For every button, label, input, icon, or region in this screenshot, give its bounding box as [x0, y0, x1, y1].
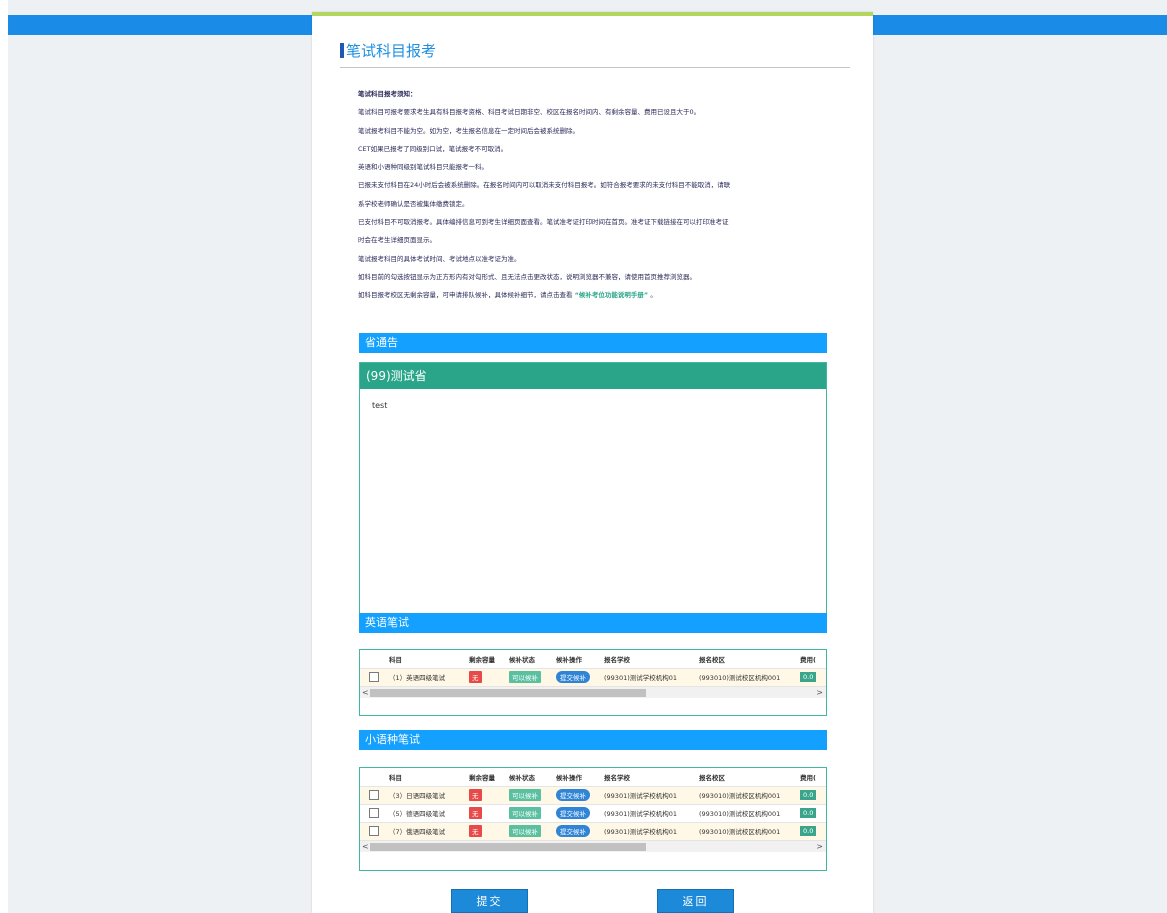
col-fee: 费用( — [800, 655, 816, 664]
province-notice-box: (99)测试省 test — [359, 362, 827, 618]
cell-campus: (993010)测试校区机构001 — [699, 810, 781, 818]
fee-badge: 0.0 — [800, 672, 817, 683]
cell-subject: （5）德语四级笔试 — [389, 810, 446, 818]
col-wait-action: 候补操作 — [556, 655, 582, 664]
cell-school: (99301)测试学校机构01 — [604, 828, 678, 837]
province-notice-body: test — [372, 401, 388, 410]
col-subject: 科目 — [389, 655, 402, 664]
capacity-badge: 无 — [469, 789, 482, 801]
cell-subject: （7）俄语四级笔试 — [389, 828, 446, 837]
col-wait-status: 候补状态 — [509, 773, 535, 782]
manual-link[interactable]: “候补考位功能说明手册” — [575, 291, 649, 299]
col-wait-action: 候补操作 — [556, 773, 582, 782]
english-section-bar: 英语笔试 — [359, 613, 827, 633]
col-wait-status: 候补状态 — [509, 655, 535, 664]
notice-heading: 笔试科目报考须知： — [358, 90, 417, 98]
col-school: 报名学校 — [604, 655, 630, 664]
col-school: 报名学校 — [604, 773, 630, 782]
col-subject: 科目 — [389, 773, 402, 782]
province-notice-bar: 省通告 — [359, 333, 827, 353]
notice-line: 已报未支付科目在24小时后会被系统删除。在报名时间内可以取消未支付科目报考。如符… — [358, 181, 731, 190]
scroll-thumb[interactable] — [370, 689, 646, 697]
submit-button[interactable]: 提交 — [451, 889, 528, 913]
scroll-right-icon[interactable]: > — [816, 688, 823, 697]
notice-line: 系学校老师确认是否被集体缴费锁定。 — [358, 199, 469, 208]
table-row: （7）俄语四级笔试 无 可以候补 提交候补 (99301)测试学校机构01 (9… — [360, 822, 826, 840]
fee-badge: 0.0 — [800, 808, 817, 818]
minor-section-bar: 小语种笔试 — [359, 730, 827, 750]
table-row: （1）英语四级笔试 无 可以候补 提交候补 (99301)测试学校机构01 (9… — [360, 668, 826, 686]
page-title-text: 笔试科目报考 — [346, 42, 437, 60]
notice-block: 笔试科目报考须知： 笔试科目可报考要求考生具有科目报考资格、科目考试日期非空、校… — [358, 85, 828, 305]
notice-line: 笔试报考科目不能为空。如为空，考生报名信息在一定时间后会被系统删除。 — [358, 126, 579, 135]
col-capacity: 剩余容量 — [469, 655, 495, 664]
minor-language-table: 科目 剩余容量 候补状态 候补操作 报名学校 报名校区 费用( （3）日语四级笔… — [359, 767, 827, 871]
col-capacity: 剩余容量 — [469, 773, 495, 782]
notice-line: 已支付科目不可取消报考。具体编排信息可到考生详细页面查看。笔试准考证打印时间在首… — [358, 218, 729, 227]
scroll-left-icon[interactable]: < — [362, 688, 369, 697]
submit-wait-button[interactable]: 提交候补 — [556, 789, 590, 801]
row-checkbox[interactable] — [369, 808, 379, 818]
scroll-thumb[interactable] — [370, 843, 646, 851]
cell-subject: （3）日语四级笔试 — [389, 792, 446, 800]
notice-line: 笔试科目可报考要求考生具有科目报考资格、科目考试日期非空、校区在报名时间内、有剩… — [358, 108, 701, 117]
submit-wait-button[interactable]: 提交候补 — [556, 825, 590, 838]
capacity-badge: 无 — [469, 807, 482, 819]
fee-badge: 0.0 — [800, 790, 817, 800]
notice-line: 时会在考生详细页面显示。 — [358, 236, 436, 245]
notice-line: 英语和小语种同级别笔试科目只能报考一科。 — [358, 163, 488, 172]
notice-line: 如科目前的勾选按钮显示为正方形内有对勾形式、且无法点击更改状态，说明浏览器不兼容… — [358, 272, 696, 281]
english-table: 科目 剩余容量 候补状态 候补操作 报名学校 报名校区 费用( （1）英语四级笔… — [359, 649, 827, 716]
cell-campus: (993010)测试校区机构001 — [699, 792, 781, 800]
submit-wait-button[interactable]: 提交候补 — [556, 671, 590, 684]
horizontal-scrollbar[interactable]: < > — [360, 840, 826, 852]
title-bar-icon — [340, 43, 344, 58]
wait-status-badge: 可以候补 — [509, 789, 541, 801]
scroll-left-icon[interactable]: < — [362, 842, 369, 851]
wait-status-badge: 可以候补 — [509, 825, 541, 838]
notice-line: CET如果已报考了同级别口试，笔试报考不可取消。 — [358, 144, 508, 153]
main-panel: 笔试科目报考 笔试科目报考须知： 笔试科目可报考要求考生具有科目报考资格、科目考… — [312, 12, 873, 913]
wait-status-badge: 可以候补 — [509, 807, 541, 819]
cell-school: (99301)测试学校机构01 — [604, 674, 678, 683]
submit-wait-button[interactable]: 提交候补 — [556, 807, 590, 819]
left-edge — [0, 0, 8, 913]
table-row: （3）日语四级笔试 无 可以候补 提交候补 (99301)测试学校机构01 (9… — [360, 786, 826, 804]
back-button[interactable]: 返回 — [657, 889, 734, 913]
page-title: 笔试科目报考 — [340, 40, 850, 68]
notice-line: 笔试报考科目的具体考试时间、考试地点以准考证为准。 — [358, 254, 521, 263]
col-fee: 费用( — [800, 773, 816, 782]
col-campus: 报名校区 — [699, 773, 725, 782]
fee-badge: 0.0 — [800, 826, 817, 837]
row-checkbox[interactable] — [369, 672, 379, 683]
cell-school: (99301)测试学校机构01 — [604, 792, 678, 800]
notice-last-suffix: 。 — [650, 291, 657, 300]
cell-subject: （1）英语四级笔试 — [389, 674, 446, 683]
wait-status-badge: 可以候补 — [509, 671, 541, 684]
cell-campus: (993010)测试校区机构001 — [699, 828, 781, 837]
row-checkbox[interactable] — [369, 790, 379, 800]
row-checkbox[interactable] — [369, 826, 379, 837]
cell-campus: (993010)测试校区机构001 — [699, 674, 781, 683]
horizontal-scrollbar[interactable]: < > — [360, 686, 826, 698]
capacity-badge: 无 — [469, 825, 482, 838]
scroll-right-icon[interactable]: > — [816, 842, 823, 851]
notice-last-prefix: 如科目报考校区无剩余容量，可申请排队候补，具体候补细节，请点击查看 — [358, 291, 573, 300]
table-row: （5）德语四级笔试 无 可以候补 提交候补 (99301)测试学校机构01 (9… — [360, 804, 826, 822]
notice-line-last: 如科目报考校区无剩余容量，可申请排队候补，具体候补细节，请点击查看 “候补考位功… — [358, 286, 828, 304]
col-campus: 报名校区 — [699, 655, 725, 664]
capacity-badge: 无 — [469, 671, 482, 684]
cell-school: (99301)测试学校机构01 — [604, 810, 678, 818]
province-notice-header: (99)测试省 — [360, 363, 826, 389]
